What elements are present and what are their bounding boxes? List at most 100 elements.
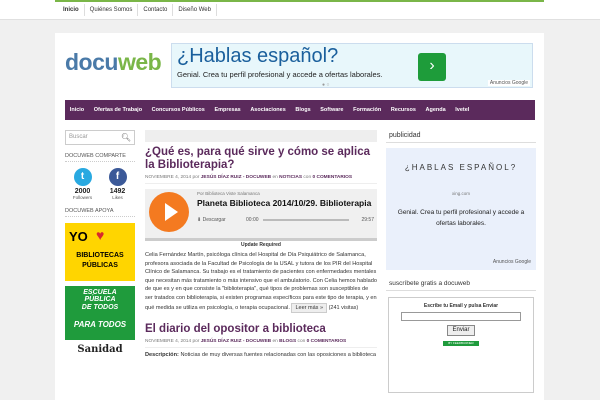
desc-label: Descripción: <box>145 352 179 359</box>
player-time-end: 29:57 <box>361 217 374 223</box>
comparte-heading: DOCUWEB COMPARTE <box>65 153 135 162</box>
desc-text: Noticias de muy diversas fuentes relacio… <box>180 352 377 359</box>
social-counters: t 2000 Followers f 1492 Likes <box>65 168 135 200</box>
sidebar-ad-headline: ¿HABLAS ESPAÑOL? <box>404 163 518 172</box>
meta2-by: por <box>192 339 200 345</box>
sanidad-banner[interactable]: Sanidad <box>65 344 135 364</box>
post-date: NOVIEMBRE 4, 2014 <box>145 175 192 180</box>
escuela-line-1: ESCUELA PÚBLICA <box>83 289 117 303</box>
escuela-line-2: DE TODOS <box>81 304 119 311</box>
nav-item-empresas[interactable]: Empresas <box>210 107 246 113</box>
site-logo[interactable]: docuweb <box>65 49 162 76</box>
subscribe-label: Escribe tu Email y pulsa Enviar <box>423 303 499 309</box>
meta-in: en <box>272 175 278 180</box>
escuela-publica-banner[interactable]: ESCUELA PÚBLICA DE TODOS PARA TODOS <box>65 286 135 340</box>
post-title-2[interactable]: El diario del opositor a biblioteca <box>145 323 377 336</box>
banner-line-2: PÚBLICAS <box>82 262 118 269</box>
ad-subtext: Genial. Crea tu perfil profesional y acc… <box>177 70 383 79</box>
facebook-icon[interactable]: f <box>108 168 127 186</box>
post-meta-2: NOVIEMBRE 4, 2014 por JESÚS DÍAZ RUIZ - … <box>145 339 377 349</box>
header-ad-banner[interactable]: ¿Hablas español? Genial. Crea tu perfil … <box>171 43 533 88</box>
download-button[interactable]: ⬇ Descargar <box>197 217 226 223</box>
left-sidebar: Buscar 🔍︎ DOCUWEB COMPARTE t 2000 Follow… <box>65 130 135 364</box>
send-button[interactable]: Enviar <box>447 325 475 336</box>
post2-description: Descripción: Noticias de muy diversas fu… <box>145 351 377 359</box>
meta2-con: con <box>297 339 306 345</box>
search-input[interactable]: Buscar 🔍︎ <box>65 130 135 145</box>
escuela-line-3: PARA TODOS <box>73 320 127 329</box>
player-progress-bar[interactable] <box>263 219 349 221</box>
ad-headline: ¿Hablas español? <box>177 45 339 67</box>
nav-item-recursos[interactable]: Recursos <box>386 107 421 113</box>
twitter-counter[interactable]: t 2000 Followers <box>68 168 98 200</box>
banner-yo-text: YO <box>69 229 88 244</box>
search-icon[interactable]: 🔍︎ <box>121 133 131 142</box>
main-content: ¿Qué es, para qué sirve y cómo se aplica… <box>145 130 377 359</box>
nav-item-ivetel[interactable]: Ivetel <box>450 107 474 113</box>
search-placeholder: Buscar <box>69 134 88 140</box>
ad-arrow-button[interactable]: › <box>418 53 446 81</box>
nav-item-concursos[interactable]: Concursos Públicos <box>147 107 210 113</box>
play-button[interactable] <box>149 192 189 232</box>
facebook-label: Likes <box>112 195 123 200</box>
nav-item-blogs[interactable]: Blogs <box>291 107 316 113</box>
read-more-button[interactable]: Leer más » <box>291 302 327 314</box>
nav-item-formacion[interactable]: Formación <box>348 107 386 113</box>
twitter-label: Followers <box>72 195 93 200</box>
top-nav-inicio[interactable]: Inicio <box>58 4 85 16</box>
top-accent-line <box>55 0 544 2</box>
facebook-count: 1492 <box>109 188 126 195</box>
top-nav-contacto[interactable]: Contacto <box>138 4 174 16</box>
post-category[interactable]: NOTICIAS <box>279 175 302 180</box>
excerpt-text: Celia Fernández Martín, psicóloga clínic… <box>145 252 377 311</box>
twitter-icon[interactable]: t <box>73 168 92 186</box>
audio-player: Por Biblioteca Viste Salamanca Planeta B… <box>145 189 377 241</box>
ad-google-label: Anuncios Google <box>487 80 530 86</box>
heart-icon: ♥ <box>96 227 105 243</box>
post2-comments[interactable]: 0 COMENTARIOS <box>307 339 347 344</box>
facebook-counter[interactable]: f 1492 Likes <box>103 168 133 200</box>
bibliotecas-publicas-banner[interactable]: YO ♥ BIBLIOTECAS PÚBLICAS <box>65 223 135 281</box>
top-bar: Inicio Quiénes Somos Contacto Diseño Web <box>0 0 600 20</box>
meta-by: por <box>192 175 200 180</box>
post2-date: NOVIEMBRE 4, 2014 <box>145 339 192 345</box>
top-nav-quienes-somos[interactable]: Quiénes Somos <box>85 4 139 16</box>
player-by-line: Por Biblioteca Viste Salamanca <box>197 191 260 196</box>
player-time-start: 00:00 <box>246 217 259 223</box>
post-comments[interactable]: 0 COMENTARIOS <box>312 175 352 180</box>
content-top-strip <box>145 130 377 142</box>
post2-category[interactable]: BLOGS <box>279 339 296 344</box>
twitter-count: 2000 <box>74 188 91 195</box>
subscribe-box: Escribe tu Email y pulsa Enviar Enviar B… <box>388 297 534 393</box>
update-required-notice: Update Required <box>240 242 281 248</box>
post-excerpt: Celia Fernández Martín, psicóloga clínic… <box>145 251 377 314</box>
player-title: Planeta Biblioteca 2014/10/29. Biblioter… <box>197 198 372 208</box>
post-title[interactable]: ¿Qué es, para qué sirve y cómo se aplica… <box>145 146 377 172</box>
nav-item-inicio[interactable]: Inicio <box>65 107 89 113</box>
apoya-heading: DOCUWEB APOYA <box>65 208 135 217</box>
ad-carousel-dots[interactable]: ● ○ <box>322 82 329 88</box>
meta2-in: en <box>272 339 278 345</box>
top-nav: Inicio Quiénes Somos Contacto Diseño Web <box>58 4 217 16</box>
nav-item-asociaciones[interactable]: Asociaciones <box>246 107 291 113</box>
top-nav-diseno-web[interactable]: Diseño Web <box>173 4 217 16</box>
logo-part-docu: docu <box>65 49 118 75</box>
sidebar-ad-site: xing.com <box>451 191 470 196</box>
sidebar-ad[interactable]: ¿HABLAS ESPAÑOL? xing.com Genial. Crea t… <box>386 148 536 270</box>
post-meta: NOVIEMBRE 4, 2014 por JESÚS DÍAZ RUIZ - … <box>145 175 377 184</box>
post2-author[interactable]: JESÚS DÍAZ RUIZ - DOCUWEB <box>201 339 271 344</box>
meta-con: con <box>303 175 312 180</box>
main-nav: Inicio Ofertas de Trabajo Concursos Públ… <box>65 100 535 120</box>
post-author[interactable]: JESÚS DÍAZ RUIZ - DOCUWEB <box>201 175 271 180</box>
right-sidebar: publicidad ¿HABLAS ESPAÑOL? xing.com Gen… <box>386 130 536 393</box>
visit-count: (241 visitas) <box>328 304 359 311</box>
publicidad-heading: publicidad <box>386 130 536 143</box>
nav-item-software[interactable]: Software <box>315 107 348 113</box>
feedburner-badge[interactable]: BY FEEDBURNER <box>443 341 479 346</box>
nav-item-ofertas[interactable]: Ofertas de Trabajo <box>89 107 147 113</box>
logo-part-web: web <box>117 49 162 75</box>
sidebar-ad-desc: Genial. Crea tu perfil profesional y acc… <box>397 209 525 227</box>
nav-item-agenda[interactable]: Agenda <box>421 107 451 113</box>
sidebar-ad-google-label: Anuncios Google <box>492 259 531 265</box>
email-field[interactable] <box>401 312 521 321</box>
